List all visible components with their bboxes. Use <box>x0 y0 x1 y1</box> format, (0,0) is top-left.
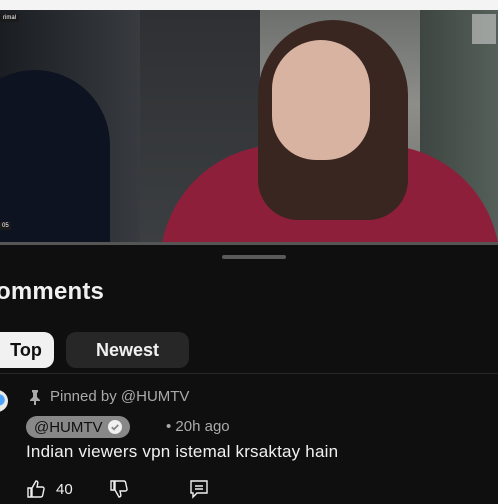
sort-newest-chip[interactable]: Newest <box>66 332 189 368</box>
verified-check-icon <box>107 420 122 434</box>
comment-text: Indian viewers vpn istemal krsaktay hain <box>26 442 339 461</box>
like-count: 40 <box>56 480 73 498</box>
status-strip <box>0 0 498 10</box>
drag-handle[interactable] <box>222 255 286 259</box>
video-player[interactable]: rimal 05 <box>0 10 498 245</box>
video-corner-overlay <box>472 14 496 44</box>
thumbs-down-icon[interactable] <box>109 479 129 499</box>
section-divider <box>0 373 498 374</box>
pinned-indicator: Pinned by @HUMTV <box>28 388 189 405</box>
video-corner-label: 05 <box>0 222 11 230</box>
comment-actions: 40 <box>26 478 209 500</box>
commenter-avatar[interactable] <box>0 390 8 412</box>
video-person-face <box>272 40 370 160</box>
channel-watermark: rimal <box>0 14 19 22</box>
pinned-label: Pinned by @HUMTV <box>50 388 190 405</box>
reply-comment-icon[interactable] <box>189 479 209 499</box>
thumbs-up-icon[interactable] <box>26 479 46 499</box>
comment-author-chip[interactable]: @HUMTV <box>26 416 130 438</box>
video-progress-bar[interactable] <box>0 242 498 245</box>
video-person-silhouette <box>0 70 110 245</box>
sort-top-chip[interactable]: Top <box>0 332 54 368</box>
pin-icon <box>28 389 42 405</box>
comments-title: omments <box>0 278 105 305</box>
comment-time: • 20h ago <box>166 418 230 435</box>
comment-author: @HUMTV <box>34 418 103 436</box>
